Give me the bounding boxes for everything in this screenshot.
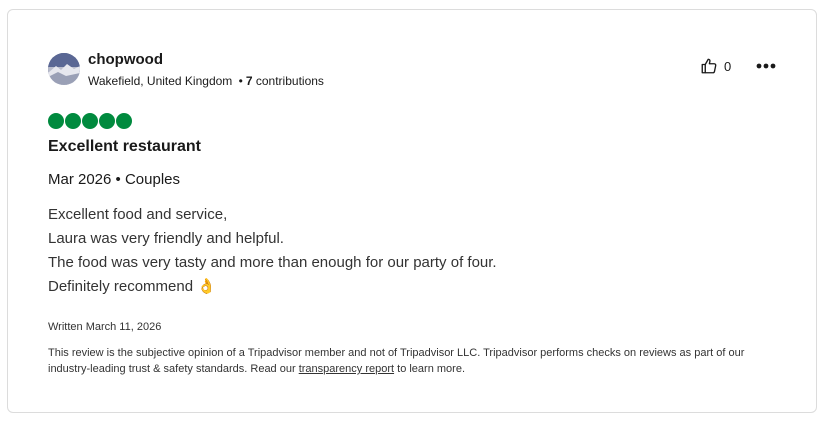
contributions-label: contributions <box>255 74 324 88</box>
reviewer-meta: Wakefield, United Kingdom • 7 contributio… <box>88 74 324 88</box>
avatar[interactable] <box>48 53 80 85</box>
review-body-line: Excellent food and service, <box>48 206 228 223</box>
review-body: Excellent food and service, Laura was ve… <box>48 203 497 299</box>
helpful-vote-button[interactable]: 0 <box>700 57 731 75</box>
rating-bubble <box>99 113 115 129</box>
review-body-line: Definitely recommend 👌 <box>48 278 216 295</box>
review-body-line: The food was very tasty and more than en… <box>48 254 497 271</box>
contributions-count: 7 <box>245 74 253 88</box>
transparency-report-link[interactable]: transparency report <box>299 363 394 375</box>
helpful-count: 0 <box>724 58 732 74</box>
avatar-photo <box>48 53 80 85</box>
disclaimer-text-end: to learn more. <box>394 363 465 375</box>
ellipsis-icon <box>756 63 776 69</box>
more-options-button[interactable] <box>754 56 778 76</box>
meta-separator: • <box>238 74 243 88</box>
reviewer-location: Wakefield, United Kingdom <box>88 74 233 88</box>
review-body-line: Laura was very friendly and helpful. <box>48 230 284 247</box>
rating-bubble <box>116 113 132 129</box>
rating-bubble <box>65 113 81 129</box>
thumbs-up-icon <box>701 58 717 74</box>
written-date: Written March 11, 2026 <box>48 321 162 333</box>
trip-info: Mar 2026 • Couples <box>48 171 180 188</box>
reviewer-username[interactable]: chopwood <box>88 51 163 68</box>
review-card: chopwood Wakefield, United Kingdom • 7 co… <box>7 9 817 413</box>
review-title[interactable]: Excellent restaurant <box>48 138 201 156</box>
rating-bubble <box>82 113 98 129</box>
bubble-rating <box>48 113 132 129</box>
rating-bubble <box>48 113 64 129</box>
review-disclaimer: This review is the subjective opinion of… <box>48 345 778 377</box>
